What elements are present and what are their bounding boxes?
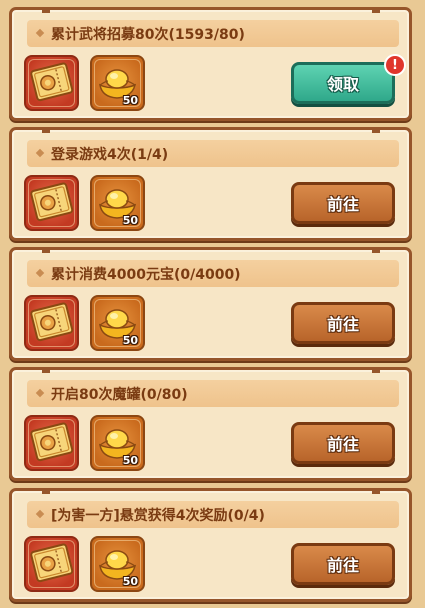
reward-quantity: 50	[122, 454, 138, 467]
task-title-bar: 累计消费4000元宝(0/4000)	[27, 260, 399, 287]
task-title-bar: [为害一方]悬赏获得4次奖励(0/4)	[27, 501, 399, 528]
reward-gold-ingot[interactable]: 50	[90, 415, 145, 471]
ticket-icon	[30, 182, 74, 222]
reward-quantity: 50	[122, 214, 138, 227]
task-title-bar: 登录游戏4次(1/4)	[27, 140, 399, 167]
card-peg	[372, 488, 380, 494]
go-button[interactable]: 前往	[291, 182, 395, 224]
card-peg	[42, 367, 50, 373]
card-peg	[42, 488, 50, 494]
reward-quantity: 50	[122, 334, 138, 347]
task-card: [为害一方]悬赏获得4次奖励(0/4) 50 前往	[9, 488, 412, 602]
notification-badge: !	[384, 54, 406, 76]
button-label: 前往	[326, 195, 359, 214]
card-peg	[372, 247, 380, 253]
go-button[interactable]: 前往	[291, 543, 395, 585]
ticket-icon	[30, 302, 74, 342]
button-label: 前往	[326, 435, 359, 454]
diamond-bullet-icon	[35, 509, 45, 519]
reward-gold-ingot[interactable]: 50	[90, 536, 145, 592]
reward-ticket[interactable]	[24, 295, 79, 351]
reward-gold-ingot[interactable]: 50	[90, 175, 145, 231]
go-button[interactable]: 前往	[291, 422, 395, 464]
ticket-icon	[30, 543, 74, 583]
task-title: 登录游戏4次(1/4)	[51, 147, 169, 163]
diamond-bullet-icon	[35, 28, 45, 38]
reward-gold-ingot[interactable]: 50	[90, 55, 145, 111]
reward-quantity: 50	[122, 94, 138, 107]
reward-quantity: 50	[122, 575, 138, 588]
task-title: 开启80次魔罐(0/80)	[51, 387, 188, 403]
task-card: 开启80次魔罐(0/80) 50 前往	[9, 367, 412, 481]
card-peg	[42, 7, 50, 13]
reward-ticket[interactable]	[24, 415, 79, 471]
go-button[interactable]: 前往	[291, 302, 395, 344]
diamond-bullet-icon	[35, 268, 45, 278]
task-title-bar: 累计武将招募80次(1593/80)	[27, 20, 399, 47]
task-card: 累计消费4000元宝(0/4000) 50 前往	[9, 247, 412, 361]
card-peg	[42, 127, 50, 133]
reward-gold-ingot[interactable]: 50	[90, 295, 145, 351]
reward-ticket[interactable]	[24, 536, 79, 592]
button-label: 前往	[326, 315, 359, 334]
card-peg	[42, 247, 50, 253]
reward-ticket[interactable]	[24, 175, 79, 231]
button-label: 领取	[326, 75, 359, 94]
ticket-icon	[30, 62, 74, 102]
task-card: 登录游戏4次(1/4) 50 前往	[9, 127, 412, 241]
task-title: 累计消费4000元宝(0/4000)	[51, 267, 241, 283]
button-label: 前往	[326, 556, 359, 575]
task-card: 累计武将招募80次(1593/80) 50 领取!	[9, 7, 412, 121]
claim-button[interactable]: 领取	[291, 62, 395, 104]
card-peg	[372, 7, 380, 13]
task-title-bar: 开启80次魔罐(0/80)	[27, 380, 399, 407]
task-title: 累计武将招募80次(1593/80)	[51, 27, 245, 43]
task-title: [为害一方]悬赏获得4次奖励(0/4)	[51, 508, 265, 524]
card-peg	[372, 127, 380, 133]
card-peg	[372, 367, 380, 373]
diamond-bullet-icon	[35, 148, 45, 158]
ticket-icon	[30, 422, 74, 462]
task-list: 累计武将招募80次(1593/80) 50 领取! 登录游戏4次(1/4) 50 前往…	[0, 0, 425, 608]
diamond-bullet-icon	[35, 388, 45, 398]
reward-ticket[interactable]	[24, 55, 79, 111]
